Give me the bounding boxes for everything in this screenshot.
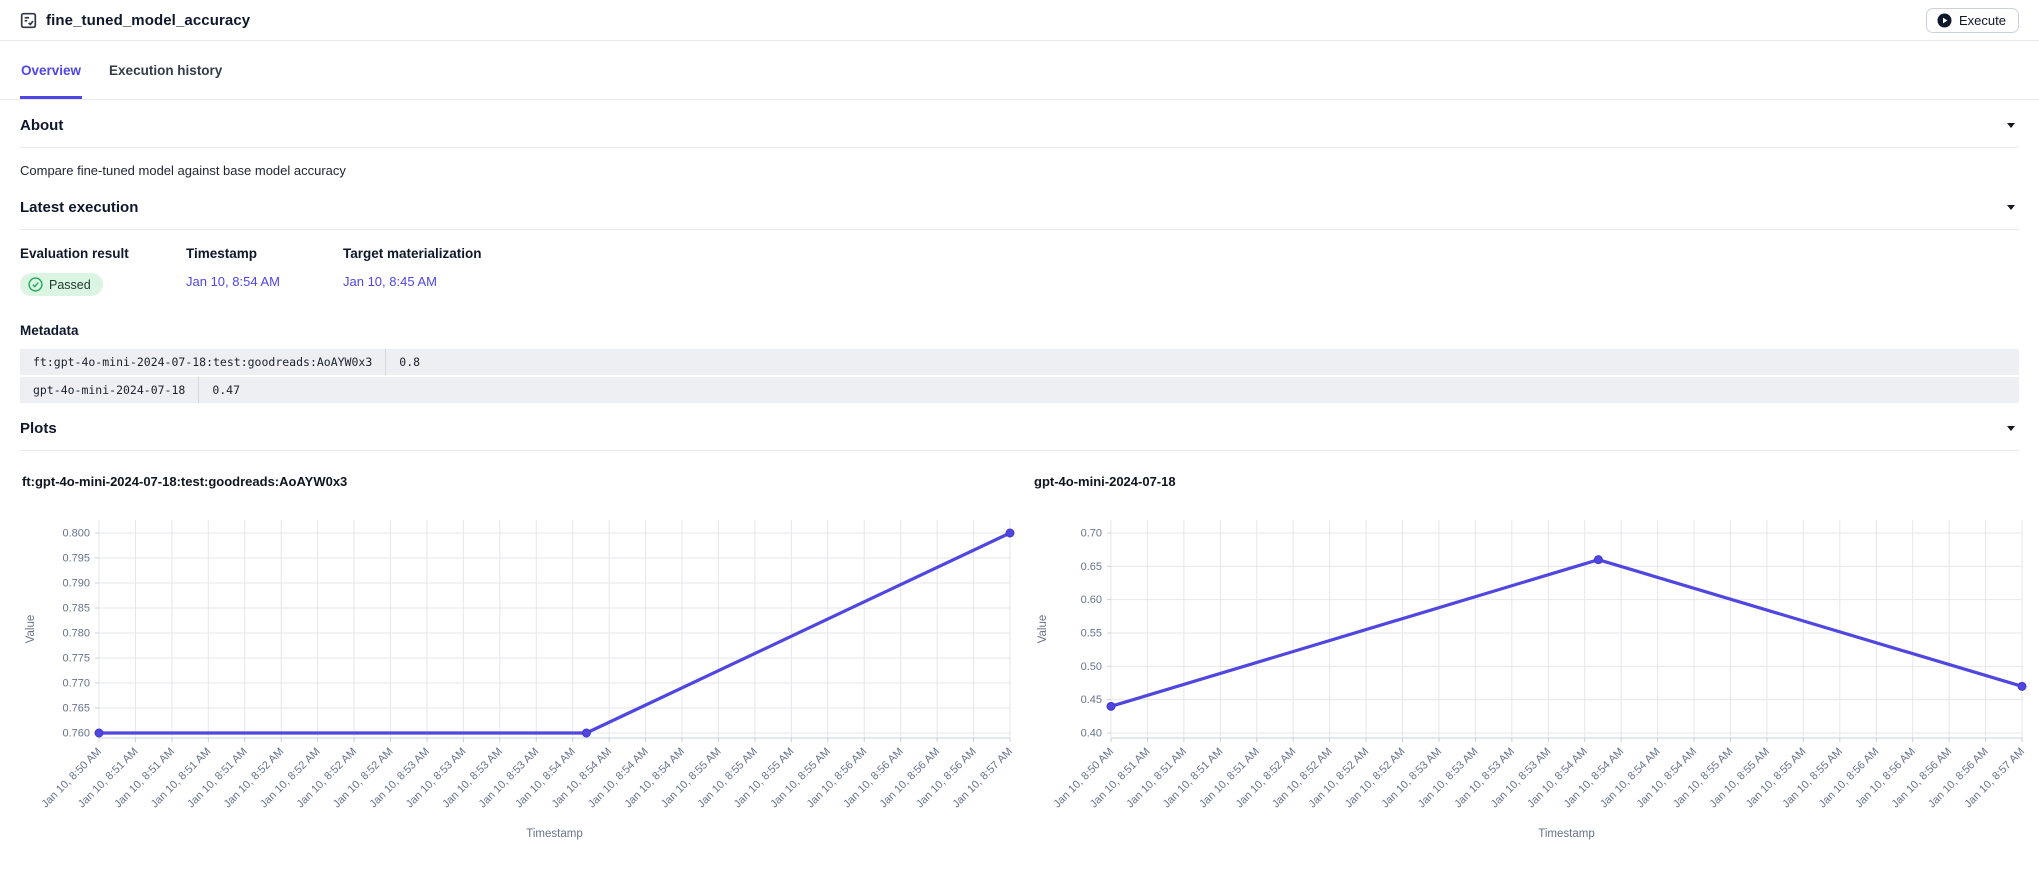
- check-circle-icon: [28, 277, 43, 292]
- y-tick-label: 0.785: [62, 603, 90, 615]
- tab-overview[interactable]: Overview: [20, 41, 82, 99]
- app-header: fine_tuned_model_accuracy Execute: [0, 0, 2039, 41]
- line-chart-fine-tuned-model[interactable]: 0.800 0.795 0.790 0.785 0.780 0.775 0.770 0.765…: [20, 495, 1020, 850]
- line-chart-base-model[interactable]: 0.70 0.65 0.60 0.55 0.50 0.45 0.40 Jan 10, 8:50…: [1032, 495, 2032, 850]
- plot-title: gpt-4o-mini-2024-07-18: [1034, 474, 2032, 489]
- y-tick-label: 0.50: [1081, 661, 1102, 673]
- y-tick-label: 0.60: [1081, 594, 1102, 606]
- collapse-chevron-icon[interactable]: [2007, 205, 2015, 210]
- y-axis-title: Value: [25, 615, 37, 644]
- plots-section-header: Plots: [20, 403, 2019, 451]
- y-tick-label: 0.55: [1081, 628, 1102, 640]
- y-tick-label: 0.775: [62, 653, 90, 665]
- plots-heading: Plots: [20, 420, 57, 437]
- y-tick-label: 0.780: [62, 628, 90, 640]
- column-header-evaluation-result: Evaluation result: [20, 246, 186, 261]
- y-tick-label: 0.70: [1081, 528, 1102, 540]
- y-tick-label: 0.770: [62, 678, 90, 690]
- latest-execution-heading: Latest execution: [20, 199, 138, 216]
- tab-execution-history[interactable]: Execution history: [108, 41, 223, 99]
- x-tick-label: Jan 10, 8:50 AM: [1051, 746, 1116, 811]
- y-tick-label: 0.765: [62, 703, 90, 715]
- plot-card-base-model: gpt-4o-mini-2024-07-18 0.700.650.600.550…: [1032, 474, 2032, 850]
- latest-execution-summary: Evaluation result Passed Timestamp Jan 1…: [20, 230, 2019, 297]
- data-point-marker[interactable]: [1006, 529, 1014, 537]
- latest-execution-section-header: Latest execution: [20, 182, 2019, 230]
- y-tick-label: 0.760: [62, 728, 90, 740]
- plot-card-fine-tuned-model: ft:gpt-4o-mini-2024-07-18:test:goodreads…: [20, 474, 1020, 850]
- about-heading: About: [20, 117, 63, 134]
- line-chart-svg: 0.800 0.795 0.790 0.785 0.780 0.775 0.770 0.765…: [20, 495, 1020, 845]
- y-tick-label: 0.45: [1081, 694, 1102, 706]
- plots-row: ft:gpt-4o-mini-2024-07-18:test:goodreads…: [20, 451, 2019, 850]
- about-description: Compare fine-tuned model against base mo…: [20, 148, 2019, 182]
- plot-title: ft:gpt-4o-mini-2024-07-18:test:goodreads…: [22, 474, 1020, 489]
- metadata-row: ft:gpt-4o-mini-2024-07-18:test:goodreads…: [20, 349, 2019, 375]
- execute-button-label: Execute: [1959, 13, 2006, 28]
- line-chart-svg: 0.70 0.65 0.60 0.55 0.50 0.45 0.40 Jan 10, 8:50…: [1032, 495, 2032, 845]
- status-badge-label: Passed: [49, 278, 91, 292]
- play-circle-icon: [1937, 13, 1952, 28]
- metadata-value: 0.47: [199, 377, 253, 403]
- collapse-chevron-icon[interactable]: [2007, 123, 2015, 128]
- execute-button[interactable]: Execute: [1926, 8, 2019, 33]
- metadata-row: gpt-4o-mini-2024-07-180.47: [20, 377, 2019, 403]
- collapse-chevron-icon[interactable]: [2007, 426, 2015, 431]
- x-axis-title: Timestamp: [526, 828, 582, 840]
- column-header-target-materialization: Target materialization: [343, 246, 482, 261]
- metadata-heading: Metadata: [20, 323, 2019, 338]
- y-tick-label: 0.795: [62, 553, 90, 565]
- y-tick-label: 0.800: [62, 528, 90, 540]
- y-tick-label: 0.65: [1081, 561, 1102, 573]
- x-tick-label: Jan 10, 8:50 AM: [39, 746, 104, 811]
- asset-check-icon: [20, 12, 37, 29]
- data-point-marker[interactable]: [582, 729, 590, 737]
- metadata-key: ft:gpt-4o-mini-2024-07-18:test:goodreads…: [20, 349, 386, 375]
- y-tick-label: 0.40: [1081, 728, 1102, 740]
- y-tick-label: 0.790: [62, 578, 90, 590]
- about-section-header: About: [20, 100, 2019, 148]
- data-point-marker[interactable]: [1594, 556, 1602, 564]
- data-point-marker[interactable]: [2018, 682, 2026, 690]
- y-axis-title: Value: [1037, 615, 1049, 644]
- x-axis-title: Timestamp: [1538, 828, 1594, 840]
- metadata-key: gpt-4o-mini-2024-07-18: [20, 377, 199, 403]
- data-point-marker[interactable]: [95, 729, 103, 737]
- metadata-value: 0.8: [386, 349, 433, 375]
- timestamp-link[interactable]: Jan 10, 8:54 AM: [186, 274, 280, 289]
- data-point-marker[interactable]: [1107, 702, 1115, 710]
- metadata-table: ft:gpt-4o-mini-2024-07-18:test:goodreads…: [20, 349, 2019, 403]
- target-materialization-link[interactable]: Jan 10, 8:45 AM: [343, 274, 437, 289]
- tab-bar: Overview Execution history: [0, 41, 2039, 100]
- page-title: fine_tuned_model_accuracy: [46, 12, 250, 29]
- status-badge-passed: Passed: [20, 273, 103, 296]
- column-header-timestamp: Timestamp: [186, 246, 343, 261]
